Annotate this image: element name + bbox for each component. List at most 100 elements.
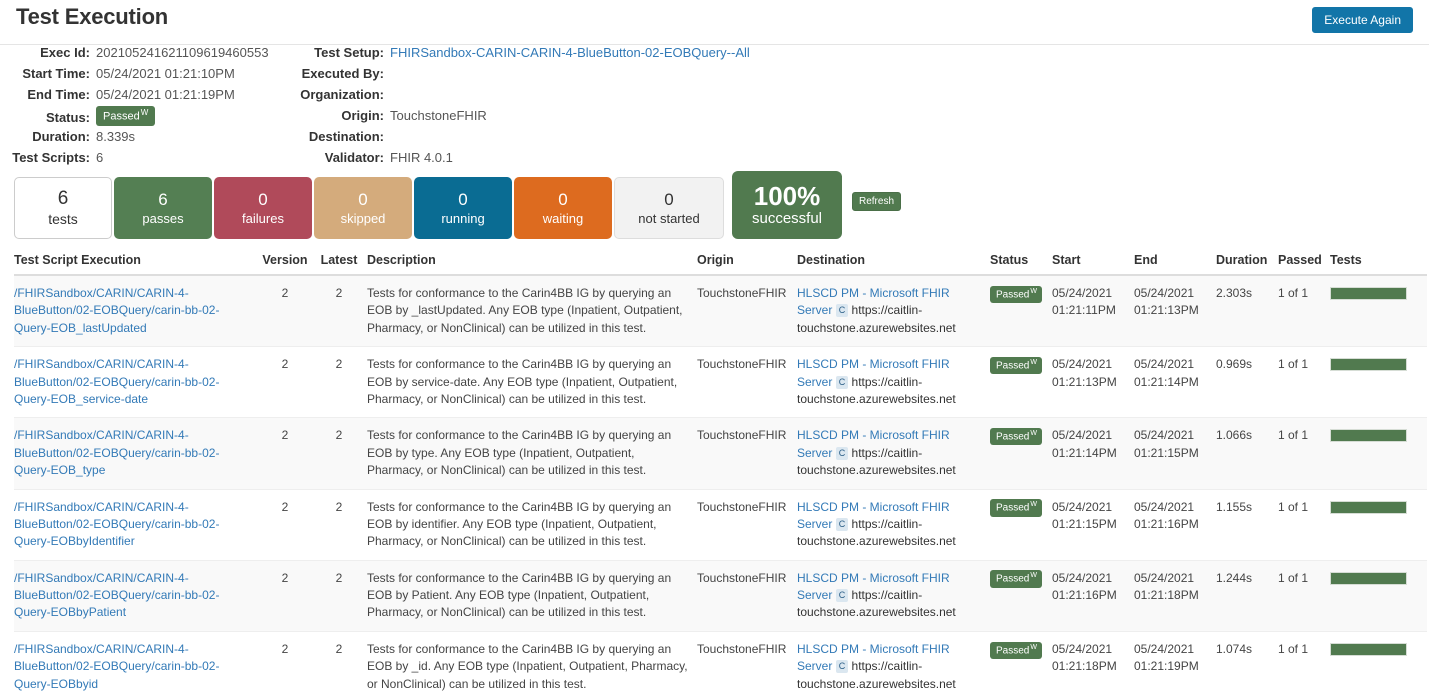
column-header-version[interactable]: Version [259, 247, 317, 275]
cell-origin: TouchstoneFHIR [697, 631, 797, 696]
cell-passed: 1 of 1 [1278, 631, 1330, 696]
cell-start: 05/24/202101:21:18PM [1052, 631, 1134, 696]
column-header-end[interactable]: End [1134, 247, 1216, 275]
cell-description: Tests for conformance to the Carin4BB IG… [367, 631, 697, 696]
column-header-status[interactable]: Status [990, 247, 1052, 275]
client-badge: C [836, 660, 849, 673]
test-script-link[interactable]: /FHIRSandbox/CARIN/CARIN-4-BlueButton/02… [14, 500, 219, 549]
execute-again-button[interactable]: Execute Again [1312, 7, 1413, 33]
cell-status: PassedW [990, 560, 1052, 631]
summary-field-label: Test Setup: [292, 45, 384, 60]
cell-passed: 1 of 1 [1278, 418, 1330, 489]
test-setup-link[interactable]: FHIRSandbox-CARIN-CARIN-4-BlueButton-02-… [390, 45, 750, 60]
row-status-badge[interactable]: PassedW [990, 428, 1042, 445]
stats-bar: 6tests6passes0failures0skipped0running0w… [0, 177, 1429, 247]
start-date: 05/24/2021 [1052, 427, 1128, 444]
column-header-tests[interactable]: Tests [1330, 247, 1427, 275]
status-badge[interactable]: PassedW [96, 106, 155, 126]
cell-latest: 2 [317, 489, 367, 560]
stat-box-running[interactable]: 0running [414, 177, 512, 239]
cell-tests [1330, 560, 1427, 631]
column-header-destination[interactable]: Destination [797, 247, 990, 275]
summary-field: Origin:TouchstoneFHIR [292, 108, 487, 129]
row-status-label: Passed [996, 289, 1029, 300]
start-date: 05/24/2021 [1052, 499, 1128, 516]
stat-box-waiting[interactable]: 0waiting [514, 177, 612, 239]
summary-field: Duration:8.339s [0, 129, 135, 150]
end-date: 05/24/2021 [1134, 285, 1210, 302]
cell-description: Tests for conformance to the Carin4BB IG… [367, 560, 697, 631]
cell-tests [1330, 418, 1427, 489]
table-row: /FHIRSandbox/CARIN/CARIN-4-BlueButton/02… [14, 489, 1427, 560]
summary-field-value: 6 [96, 150, 103, 165]
column-header-passed[interactable]: Passed [1278, 247, 1330, 275]
cell-description: Tests for conformance to the Carin4BB IG… [367, 347, 697, 418]
table-row: /FHIRSandbox/CARIN/CARIN-4-BlueButton/02… [14, 560, 1427, 631]
cell-end: 05/24/202101:21:18PM [1134, 560, 1216, 631]
summary-field-value: TouchstoneFHIR [390, 108, 487, 123]
cell-origin: TouchstoneFHIR [697, 275, 797, 347]
column-header-description[interactable]: Description [367, 247, 697, 275]
column-header-start[interactable]: Start [1052, 247, 1134, 275]
stat-box-skipped[interactable]: 0skipped [314, 177, 412, 239]
cell-status: PassedW [990, 489, 1052, 560]
row-status-badge[interactable]: PassedW [990, 499, 1042, 516]
row-status-badge[interactable]: PassedW [990, 357, 1042, 374]
cell-version: 2 [259, 275, 317, 347]
cell-duration: 1.074s [1216, 631, 1278, 696]
row-status-superscript: W [1030, 644, 1037, 651]
column-header-origin[interactable]: Origin [697, 247, 797, 275]
start-time: 01:21:15PM [1052, 516, 1128, 533]
stat-box-count: 6 [158, 189, 167, 210]
stat-box-not-started[interactable]: 0not started [614, 177, 724, 239]
stat-box-tests[interactable]: 6tests [14, 177, 112, 239]
column-header-duration[interactable]: Duration [1216, 247, 1278, 275]
cell-duration: 0.969s [1216, 347, 1278, 418]
column-header-latest[interactable]: Latest [317, 247, 367, 275]
end-time: 01:21:16PM [1134, 516, 1210, 533]
cell-destination: HLSCD PM - Microsoft FHIR Server C https… [797, 631, 990, 696]
cell-start: 05/24/202101:21:16PM [1052, 560, 1134, 631]
end-date: 05/24/2021 [1134, 499, 1210, 516]
cell-duration: 1.244s [1216, 560, 1278, 631]
cell-passed: 1 of 1 [1278, 347, 1330, 418]
client-badge: C [836, 304, 849, 317]
row-status-label: Passed [996, 574, 1029, 585]
start-date: 05/24/2021 [1052, 356, 1128, 373]
end-time: 01:21:13PM [1134, 302, 1210, 319]
row-status-badge[interactable]: PassedW [990, 570, 1042, 587]
cell-version: 2 [259, 347, 317, 418]
cell-tests [1330, 631, 1427, 696]
stat-box-passes[interactable]: 6passes [114, 177, 212, 239]
success-percentage-label: successful [752, 210, 822, 228]
table-body: /FHIRSandbox/CARIN/CARIN-4-BlueButton/02… [14, 275, 1427, 696]
stat-box-failures[interactable]: 0failures [214, 177, 312, 239]
stat-box-count: 0 [664, 189, 673, 210]
refresh-button[interactable]: Refresh [852, 192, 901, 211]
cell-origin: TouchstoneFHIR [697, 347, 797, 418]
cell-passed: 1 of 1 [1278, 275, 1330, 347]
cell-status: PassedW [990, 631, 1052, 696]
row-status-label: Passed [996, 645, 1029, 656]
row-status-label: Passed [996, 503, 1029, 514]
cell-origin: TouchstoneFHIR [697, 489, 797, 560]
cell-end: 05/24/202101:21:16PM [1134, 489, 1216, 560]
test-script-link[interactable]: /FHIRSandbox/CARIN/CARIN-4-BlueButton/02… [14, 286, 219, 335]
summary-field-value: FHIR 4.0.1 [390, 150, 453, 165]
cell-status: PassedW [990, 275, 1052, 347]
row-status-badge[interactable]: PassedW [990, 286, 1042, 303]
stat-box-label: failures [242, 211, 284, 227]
summary-field: Test Setup: FHIRSandbox-CARIN-CARIN-4-Blu… [292, 45, 750, 66]
test-script-link[interactable]: /FHIRSandbox/CARIN/CARIN-4-BlueButton/02… [14, 428, 219, 477]
test-script-link[interactable]: /FHIRSandbox/CARIN/CARIN-4-BlueButton/02… [14, 571, 219, 620]
summary-field-label: Start Time: [0, 66, 90, 81]
tests-pass-bar [1330, 358, 1407, 371]
column-header-test-script-execution[interactable]: Test Script Execution [14, 247, 259, 275]
test-script-link[interactable]: /FHIRSandbox/CARIN/CARIN-4-BlueButton/02… [14, 642, 219, 691]
success-percentage-value: 100% [754, 182, 821, 211]
test-script-link[interactable]: /FHIRSandbox/CARIN/CARIN-4-BlueButton/02… [14, 357, 219, 406]
start-time: 01:21:13PM [1052, 374, 1128, 391]
summary-field: Start Time:05/24/2021 01:21:10PM [0, 66, 235, 87]
row-status-badge[interactable]: PassedW [990, 642, 1042, 659]
start-date: 05/24/2021 [1052, 641, 1128, 658]
